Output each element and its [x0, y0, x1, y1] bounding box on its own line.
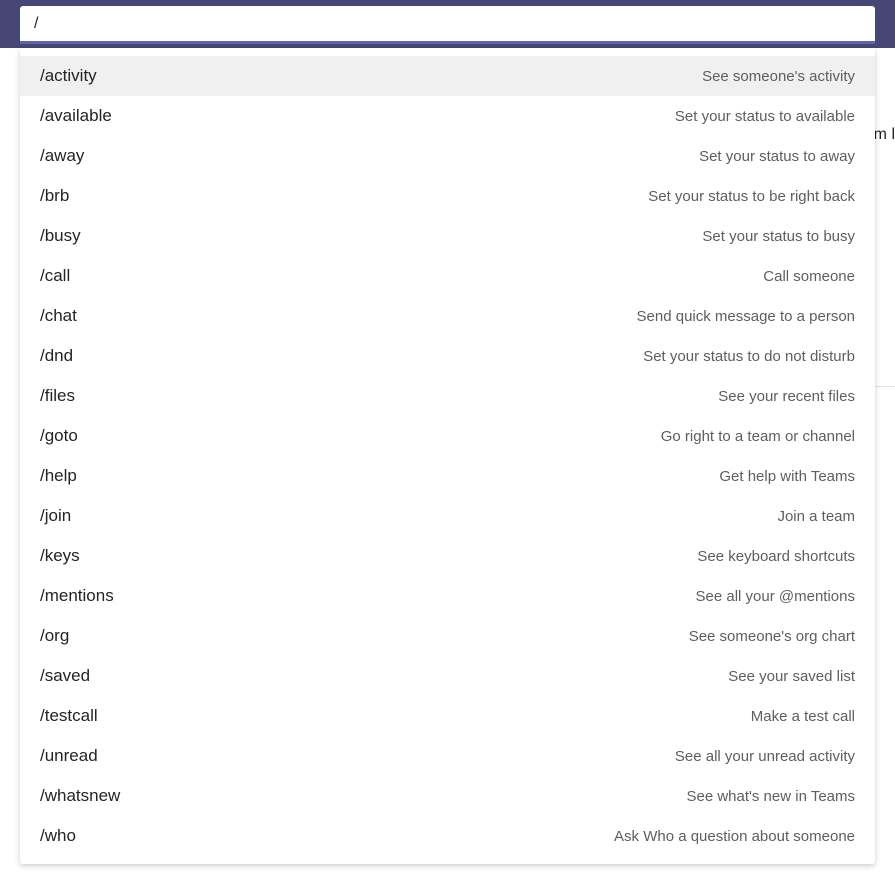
command-name: /call — [40, 266, 70, 286]
command-name: /dnd — [40, 346, 73, 366]
command-item[interactable]: /who Ask Who a question about someone — [20, 816, 875, 856]
command-name: /whatsnew — [40, 786, 120, 806]
command-name: /testcall — [40, 706, 98, 726]
command-item[interactable]: /chat Send quick message to a person — [20, 296, 875, 336]
command-item[interactable]: /goto Go right to a team or channel — [20, 416, 875, 456]
command-name: /unread — [40, 746, 98, 766]
command-description: Set your status to busy — [702, 228, 855, 245]
command-description: Set your status to be right back — [648, 188, 855, 205]
command-item[interactable]: /whatsnew See what's new in Teams — [20, 776, 875, 816]
command-name: /org — [40, 626, 69, 646]
command-name: /busy — [40, 226, 81, 246]
command-description: See someone's org chart — [689, 628, 855, 645]
command-name: /brb — [40, 186, 69, 206]
command-name: /saved — [40, 666, 90, 686]
command-name: /who — [40, 826, 76, 846]
command-description: See your recent files — [718, 388, 855, 405]
command-item[interactable]: /files See your recent files — [20, 376, 875, 416]
command-description: Make a test call — [751, 708, 855, 725]
command-search-input[interactable] — [20, 6, 875, 44]
command-item[interactable]: /mentions See all your @mentions — [20, 576, 875, 616]
command-description: Call someone — [763, 268, 855, 285]
command-description: See keyboard shortcuts — [697, 548, 855, 565]
command-name: /join — [40, 506, 71, 526]
command-name: /chat — [40, 306, 77, 326]
command-description: See your saved list — [728, 668, 855, 685]
command-name: /goto — [40, 426, 78, 446]
command-description: See someone's activity — [702, 68, 855, 85]
command-name: /activity — [40, 66, 97, 86]
command-item[interactable]: /call Call someone — [20, 256, 875, 296]
command-item[interactable]: /testcall Make a test call — [20, 696, 875, 736]
command-item[interactable]: /saved See your saved list — [20, 656, 875, 696]
command-item[interactable]: /keys See keyboard shortcuts — [20, 536, 875, 576]
command-description: Join a team — [777, 508, 855, 525]
command-description: Set your status to available — [675, 108, 855, 125]
command-description: Get help with Teams — [719, 468, 855, 485]
command-item[interactable]: /org See someone's org chart — [20, 616, 875, 656]
command-name: /help — [40, 466, 77, 486]
command-item[interactable]: /brb Set your status to be right back — [20, 176, 875, 216]
command-item[interactable]: /help Get help with Teams — [20, 456, 875, 496]
command-description: See all your unread activity — [675, 748, 855, 765]
command-item[interactable]: /busy Set your status to busy — [20, 216, 875, 256]
command-name: /away — [40, 146, 84, 166]
command-name: /files — [40, 386, 75, 406]
command-item[interactable]: /available Set your status to available — [20, 96, 875, 136]
command-item[interactable]: /activity See someone's activity — [20, 56, 875, 96]
command-description: Send quick message to a person — [637, 308, 855, 325]
command-item[interactable]: /dnd Set your status to do not disturb — [20, 336, 875, 376]
command-description: See what's new in Teams — [686, 788, 855, 805]
command-description: Set your status to away — [699, 148, 855, 165]
command-item[interactable]: /unread See all your unread activity — [20, 736, 875, 776]
background-partial-text: m l — [874, 126, 895, 144]
command-description: Set your status to do not disturb — [643, 348, 855, 365]
command-item[interactable]: /away Set your status to away — [20, 136, 875, 176]
command-name: /keys — [40, 546, 80, 566]
search-container — [20, 6, 875, 44]
command-description: Ask Who a question about someone — [614, 828, 855, 845]
command-description: See all your @mentions — [696, 588, 855, 605]
command-description: Go right to a team or channel — [661, 428, 855, 445]
command-dropdown: /activity See someone's activity/availabl… — [20, 48, 875, 864]
command-name: /mentions — [40, 586, 114, 606]
command-item[interactable]: /join Join a team — [20, 496, 875, 536]
command-name: /available — [40, 106, 112, 126]
